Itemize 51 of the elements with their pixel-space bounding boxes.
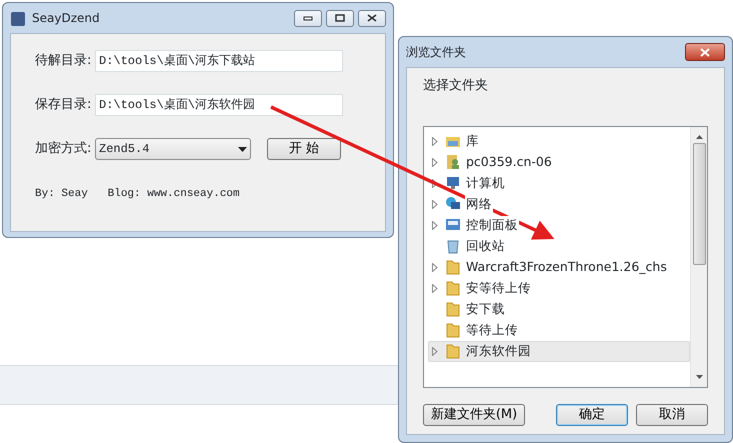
dropdown[interactable]: Zend5.4: [95, 138, 251, 160]
network-icon: [445, 196, 461, 212]
start-button[interactable]: 开 始: [267, 138, 341, 160]
tree-item[interactable]: 库: [428, 130, 690, 152]
maximize-button[interactable]: [326, 10, 354, 26]
input-field[interactable]: D:\tools\桌面\河东下载站: [95, 50, 343, 72]
minimize-button[interactable]: [294, 10, 322, 26]
minimize-icon: [303, 15, 313, 21]
tree-item[interactable]: 网络: [428, 194, 690, 214]
tree-item[interactable]: pc0359.cn-06: [428, 152, 690, 172]
recycle-bin-icon: [445, 238, 461, 254]
user-icon: [445, 154, 461, 170]
app-icon: [10, 9, 26, 27]
tree-item[interactable]: 安下载: [428, 298, 690, 320]
tree-item[interactable]: 等待上传: [428, 320, 690, 340]
scroll-thumb[interactable]: [692, 142, 706, 264]
tree-item[interactable]: 控制面板: [428, 214, 690, 236]
close-button[interactable]: [685, 43, 725, 61]
scrollbar[interactable]: [690, 126, 707, 386]
field-label: 加密方式:: [35, 140, 92, 158]
input-field[interactable]: D:\tools\桌面\河东软件园: [95, 94, 343, 116]
tree-item[interactable]: 河东软件园: [428, 340, 690, 362]
field-label: 待解目录:: [35, 52, 92, 70]
tree-item[interactable]: 安等待上传: [428, 278, 690, 298]
footer-text: By: Seay Blog: www.cnseay.com: [35, 187, 241, 202]
scroll-up-icon: [696, 134, 702, 138]
folder-icon: [445, 301, 461, 317]
folder-icon: [445, 280, 461, 296]
folder-icon: [445, 259, 461, 275]
window-title: SeayDzend: [32, 10, 100, 27]
tree-item[interactable]: 计算机: [428, 172, 690, 194]
folder-icon: [445, 322, 461, 338]
close-icon: [700, 48, 710, 58]
dialog-button[interactable]: 取消: [636, 404, 708, 426]
close-button[interactable]: [358, 10, 386, 26]
dropdown-value: Zend5.4: [99, 141, 150, 158]
folder-icon: [445, 343, 461, 359]
prompt-text: 选择文件夹: [423, 77, 489, 95]
dialog-button[interactable]: 确定: [556, 404, 628, 426]
dialog-button[interactable]: 新建文件夹(M): [423, 404, 525, 426]
control-panel-icon: [445, 217, 461, 233]
field-label: 保存目录:: [35, 96, 92, 114]
tree-label: 网络: [465, 194, 493, 214]
caret-icon: [238, 146, 247, 152]
scroll-down-icon: [696, 374, 702, 378]
close-icon: [367, 14, 377, 22]
tree-item[interactable]: 回收站: [428, 236, 690, 256]
tree-item[interactable]: Warcraft3FrozenThrone1.26_chs: [428, 256, 690, 278]
dialog-title: 浏览文件夹: [406, 44, 466, 61]
computer-icon: [445, 175, 461, 191]
maximize-icon: [335, 14, 345, 22]
